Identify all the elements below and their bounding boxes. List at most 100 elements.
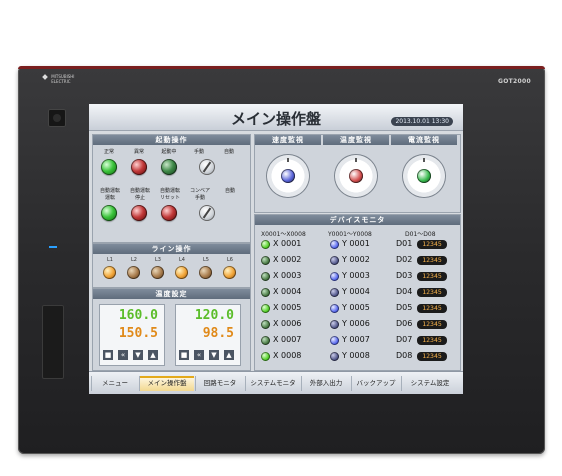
x-device-label: X 0007 (273, 335, 302, 344)
auto-run-button[interactable] (101, 205, 117, 221)
device-monitor-header: デバイスモニタ (255, 215, 460, 225)
temp-control-button[interactable]: ▼ (209, 350, 219, 360)
line-lamp-button[interactable] (127, 266, 140, 279)
line-panel: ライン操作 L1 L2 L3 L4 L5 L6 (92, 243, 251, 288)
d-device-value: 12345 (417, 336, 447, 345)
line-lamp-label: L2 (131, 257, 137, 263)
menu-tab[interactable]: メイン操作盤 (139, 376, 194, 391)
setpoint-value[interactable]: 120.0 (195, 308, 234, 323)
x-column-header: X0001～X0008 (261, 231, 306, 238)
temp-control-button[interactable]: « (118, 350, 128, 360)
y-device-label: Y 0003 (342, 271, 370, 280)
line-lamp-label: L6 (227, 257, 233, 263)
gauge-indicator-icon (417, 169, 431, 183)
y-device-lamp (330, 272, 339, 281)
gauge-tick (287, 158, 289, 162)
d-device-value: 12345 (417, 352, 447, 361)
x-device-lamp (261, 320, 270, 329)
line-lamp-button[interactable] (223, 266, 236, 279)
y-device-label: Y 0002 (342, 255, 370, 264)
y-device-label: Y 0004 (342, 287, 370, 296)
switch-label: コンベア (189, 188, 210, 194)
switch-sublabel: リセット (159, 195, 180, 201)
temp-control-button[interactable]: ■ (103, 350, 113, 360)
menu-tab[interactable]: システムモニタ (245, 376, 300, 391)
x-device-label: X 0001 (273, 239, 302, 248)
x-device-lamp (261, 288, 270, 297)
gauge-header: 速度監視 (255, 135, 321, 145)
temp-control-button[interactable]: « (194, 350, 204, 360)
temp-control-button[interactable]: ▲ (224, 350, 234, 360)
bezel-function-button[interactable] (48, 109, 66, 127)
conveyor-selector-switch[interactable] (199, 205, 215, 221)
gauge-indicator-icon (349, 169, 363, 183)
switch-label: 正常 (103, 149, 114, 155)
switch-label: 自動 (224, 188, 235, 194)
switch-label: 自動 (223, 149, 234, 155)
power-led-icon (49, 246, 57, 248)
x-device-lamp (261, 336, 270, 345)
gauge-header: 電流監視 (391, 135, 457, 145)
start-lamp-button[interactable] (101, 159, 117, 175)
menu-tab[interactable]: メニュー (91, 376, 138, 391)
line-lamp-label: L3 (155, 257, 161, 263)
model-label: GOT2000 (498, 78, 531, 85)
auto-stop-button[interactable] (131, 205, 147, 221)
startup-panel: 起動操作 正常 異常 起動中 手動 自動 自動運転 運転 自動運転 停止 自動運転 リセット コンベ… (92, 134, 251, 243)
gauge-dial (335, 155, 377, 197)
switch-label: 自動運転 (99, 188, 120, 194)
d-device-label: D04 (396, 287, 413, 296)
gauge-tick (423, 158, 425, 162)
x-device-lamp (261, 304, 270, 313)
d-device-value: 12345 (417, 320, 447, 329)
temp-control-button[interactable]: ▼ (133, 350, 143, 360)
menu-tab[interactable]: 外部入出力 (301, 376, 350, 391)
y-device-lamp (330, 288, 339, 297)
d-device-value: 12345 (417, 272, 447, 281)
y-device-lamp (330, 304, 339, 313)
d-device-label: D07 (396, 335, 413, 344)
menu-tab[interactable]: システム設定 (401, 376, 458, 391)
gauge-dial (267, 155, 309, 197)
temperature-setbox: 160.0 150.5 ■ « ▼ ▲ (99, 304, 165, 366)
temperature-setbox: 120.0 98.5 ■ « ▼ ▲ (175, 304, 241, 366)
d-device-value: 12345 (417, 256, 447, 265)
mode-selector-switch[interactable] (199, 159, 215, 175)
line-lamp-button[interactable] (151, 266, 164, 279)
d-device-label: D01 (396, 239, 413, 248)
switch-label: 異常 (133, 149, 144, 155)
setpoint-value[interactable]: 160.0 (119, 308, 158, 323)
line-lamp-button[interactable] (199, 266, 212, 279)
switch-sublabel: 停止 (134, 195, 145, 201)
y-device-lamp (330, 256, 339, 265)
y-device-label: Y 0007 (342, 335, 370, 344)
d-device-value: 12345 (417, 240, 447, 249)
x-device-label: X 0005 (273, 303, 302, 312)
device-monitor-panel: デバイスモニタ X0001～X0008 Y0001～Y0008 D01～D08 … (254, 214, 461, 371)
auto-stop-button[interactable] (161, 205, 177, 221)
d-column-header: D01～D08 (405, 231, 436, 238)
present-value: 150.5 (118, 326, 158, 341)
d-device-label: D08 (396, 351, 413, 360)
startup-panel-header: 起動操作 (93, 135, 250, 145)
switch-label: 起動中 (161, 149, 177, 155)
running-lamp-button[interactable] (161, 159, 177, 175)
x-device-label: X 0006 (273, 319, 302, 328)
x-device-lamp (261, 256, 270, 265)
y-device-lamp (330, 352, 339, 361)
present-value: 98.5 (202, 326, 234, 341)
menu-tab[interactable]: 回路モニタ (195, 376, 244, 391)
line-lamp-button[interactable] (103, 266, 116, 279)
switch-label: 自動運転 (129, 188, 150, 194)
temp-control-button[interactable]: ■ (179, 350, 189, 360)
menu-tab[interactable]: バックアップ (351, 376, 400, 391)
y-device-label: Y 0005 (342, 303, 370, 312)
error-lamp-button[interactable] (131, 159, 147, 175)
y-device-label: Y 0001 (342, 239, 370, 248)
y-device-lamp (330, 320, 339, 329)
x-device-label: X 0002 (273, 255, 302, 264)
y-device-lamp (330, 240, 339, 249)
temp-control-button[interactable]: ▲ (148, 350, 158, 360)
line-lamp-button[interactable] (175, 266, 188, 279)
usb-port-cover[interactable] (42, 305, 64, 379)
